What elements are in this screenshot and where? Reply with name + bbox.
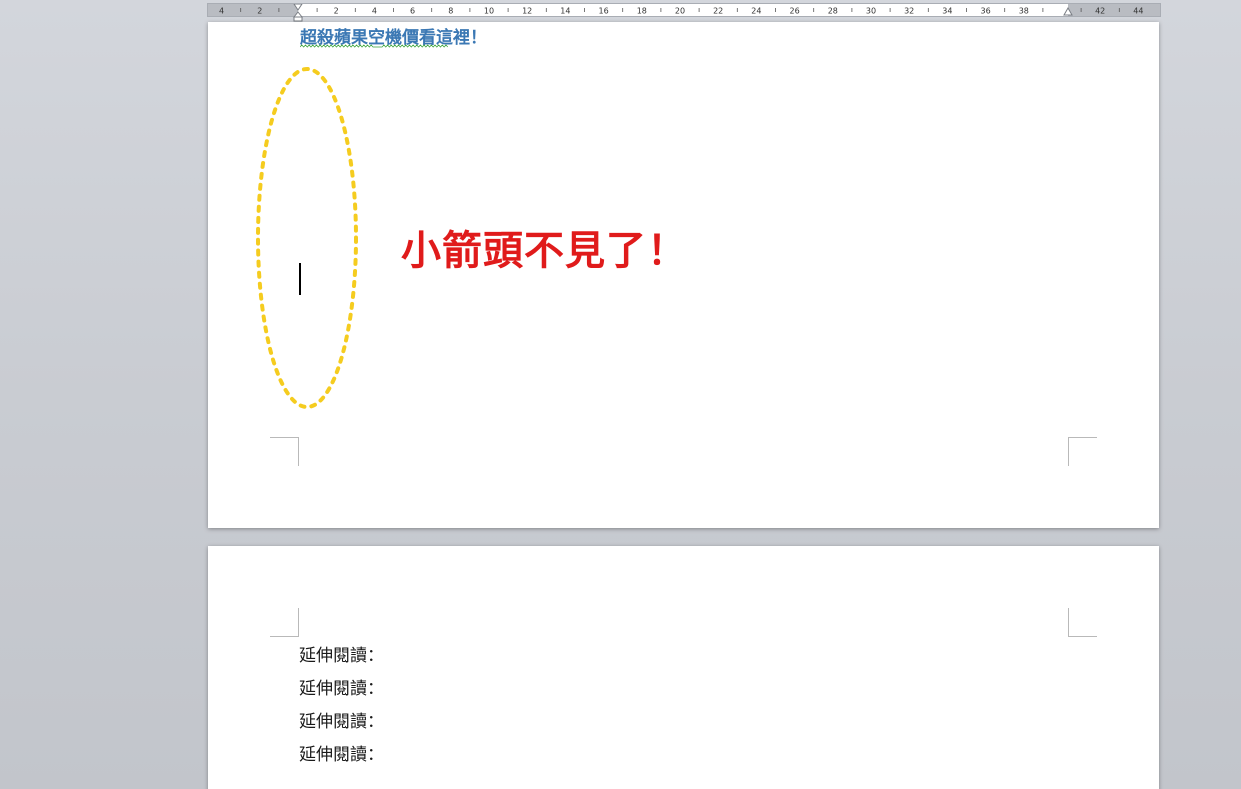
ruler-label: 38 [1019, 7, 1029, 16]
ruler-label: 36 [981, 7, 991, 16]
ruler-label: 32 [904, 7, 914, 16]
reading-list-item[interactable]: 延伸閱讀： [299, 642, 384, 675]
margin-corner-top-right [1068, 608, 1097, 637]
ruler-label: 22 [713, 7, 723, 16]
ruler-label: 44 [1133, 7, 1143, 16]
margin-corner-bottom-right [1068, 437, 1097, 466]
ruler-label: 20 [675, 7, 685, 16]
ruler-label: 24 [751, 7, 761, 16]
ruler-label: 26 [790, 7, 800, 16]
ruler-ticks: 4 2 2 4 6 8 10 12 14 16 18 20 22 24 26 28 30 32 34 36 38 42 44 [219, 7, 1143, 16]
ruler-label: 4 [372, 7, 377, 16]
annotation-label: 小箭頭不見了！ [401, 228, 688, 274]
ruler-label: 16 [599, 7, 609, 16]
ruler-label: 8 [448, 7, 453, 16]
ruler-label: 28 [828, 7, 838, 16]
ruler-label: 10 [484, 7, 494, 16]
margin-corner-bottom-left [270, 437, 299, 466]
ruler-label: 14 [560, 7, 570, 16]
first-line-indent-marker[interactable] [293, 4, 303, 22]
document-page-1[interactable]: 超殺蘋果空機價看這裡！ 小箭頭不見了！ [208, 22, 1159, 528]
ruler-label: 30 [866, 7, 876, 16]
ruler-label: 12 [522, 7, 532, 16]
right-indent-marker[interactable] [1063, 4, 1073, 22]
hyperlink-text[interactable]: 超殺蘋果空機價看這裡！ [300, 23, 487, 48]
reading-list-item[interactable]: 延伸閱讀： [299, 708, 384, 741]
ruler-label: 4 [219, 7, 224, 16]
document-page-2[interactable]: 延伸閱讀： 延伸閱讀： 延伸閱讀： 延伸閱讀： [208, 546, 1159, 789]
annotation-ellipse [256, 67, 358, 409]
ruler-label: 6 [410, 7, 415, 16]
text-cursor [299, 263, 301, 295]
grammar-squiggle [300, 44, 449, 48]
margin-corner-top-left [270, 608, 299, 637]
reading-list-item[interactable]: 延伸閱讀： [299, 741, 384, 774]
ruler-label: 2 [334, 7, 339, 16]
reading-list-item[interactable]: 延伸閱讀： [299, 675, 384, 708]
reading-list: 延伸閱讀： 延伸閱讀： 延伸閱讀： 延伸閱讀： [299, 642, 384, 774]
horizontal-ruler[interactable]: 4 2 2 4 6 8 10 12 14 16 18 20 22 24 26 28 30 32 34 36 38 42 44 [207, 3, 1161, 22]
ruler-label: 42 [1095, 7, 1105, 16]
ruler-label: 34 [942, 7, 952, 16]
ruler-label: 2 [257, 7, 262, 16]
ruler-label: 18 [637, 7, 647, 16]
